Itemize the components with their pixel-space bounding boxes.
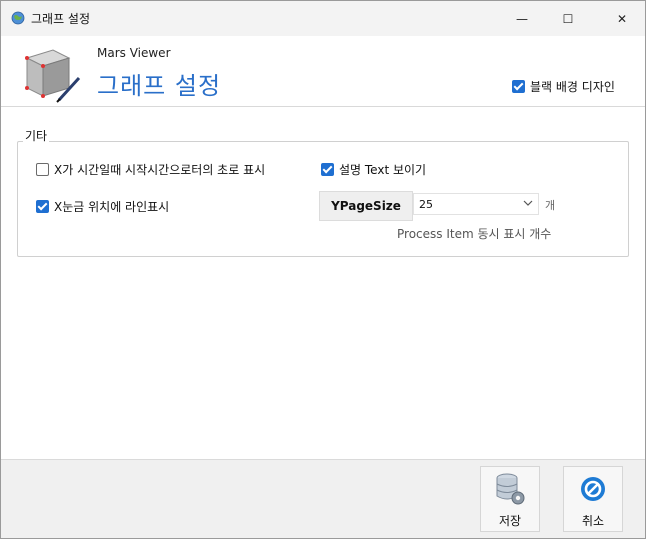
ypagesize-unit: 개 bbox=[545, 199, 556, 212]
x-tick-line-label: X눈금 위치에 라인표시 bbox=[54, 200, 170, 214]
show-description-label: 설명 Text 보이기 bbox=[339, 163, 427, 177]
database-settings-icon bbox=[496, 473, 525, 505]
group-title: 기타 bbox=[23, 127, 50, 144]
app-globe-icon bbox=[11, 11, 25, 25]
close-button[interactable]: ✕ bbox=[599, 1, 645, 36]
title-bar: 그래프 설정 — ☐ ✕ bbox=[1, 1, 645, 36]
cancel-label: 취소 bbox=[581, 514, 605, 528]
ypagesize-caption: Process Item 동시 표시 개수 bbox=[397, 227, 552, 241]
x-seconds-checkbox[interactable]: X가 시간일때 시작시간으로터의 초로 표시 bbox=[36, 161, 265, 178]
app-name: Mars Viewer bbox=[97, 46, 171, 60]
save-label: 저장 bbox=[498, 514, 522, 528]
ypagesize-label: YPageSize bbox=[331, 199, 401, 213]
black-bg-label: 블랙 배경 디자인 bbox=[530, 80, 615, 94]
window-title: 그래프 설정 bbox=[31, 12, 91, 26]
checkbox-checked-icon bbox=[321, 163, 334, 176]
save-button[interactable]: 저장 bbox=[480, 466, 540, 532]
checkbox-unchecked-icon bbox=[36, 163, 49, 176]
maximize-icon: ☐ bbox=[562, 11, 574, 26]
x-seconds-label: X가 시간일때 시작시간으로터의 초로 표시 bbox=[54, 163, 266, 177]
black-bg-checkbox[interactable]: 블랙 배경 디자인 bbox=[512, 78, 615, 95]
settings-content: 기타 X가 시간일때 시작시간으로터의 초로 표시 설명 Text 보이기 X눈… bbox=[1, 107, 645, 459]
page-title: 그래프 설정 bbox=[97, 72, 222, 100]
minimize-icon: — bbox=[516, 11, 528, 26]
show-description-checkbox[interactable]: 설명 Text 보이기 bbox=[321, 161, 426, 178]
dialog-header: Mars Viewer 그래프 설정 블랙 배경 디자인 bbox=[1, 36, 645, 107]
ypagesize-select[interactable]: 25 bbox=[413, 193, 539, 215]
ypagesize-button[interactable]: YPageSize bbox=[319, 191, 413, 221]
x-tick-line-checkbox[interactable]: X눈금 위치에 라인표시 bbox=[36, 198, 169, 215]
cancel-button[interactable]: 취소 bbox=[563, 466, 623, 532]
cancel-circle-icon bbox=[581, 477, 605, 501]
dialog-window: 그래프 설정 — ☐ ✕ Mars Viewer 그래프 설정 블랙 배경 디자… bbox=[0, 0, 646, 539]
checkbox-checked-icon bbox=[512, 80, 525, 93]
minimize-button[interactable]: — bbox=[499, 1, 545, 36]
maximize-button[interactable]: ☐ bbox=[545, 1, 591, 36]
checkbox-checked-icon bbox=[36, 200, 49, 213]
app-logo-icon bbox=[25, 49, 81, 103]
chevron-down-icon bbox=[523, 200, 533, 206]
dialog-footer: 저장 취소 bbox=[1, 459, 645, 538]
close-icon: ✕ bbox=[616, 11, 628, 26]
ypagesize-value: 25 bbox=[419, 198, 433, 211]
